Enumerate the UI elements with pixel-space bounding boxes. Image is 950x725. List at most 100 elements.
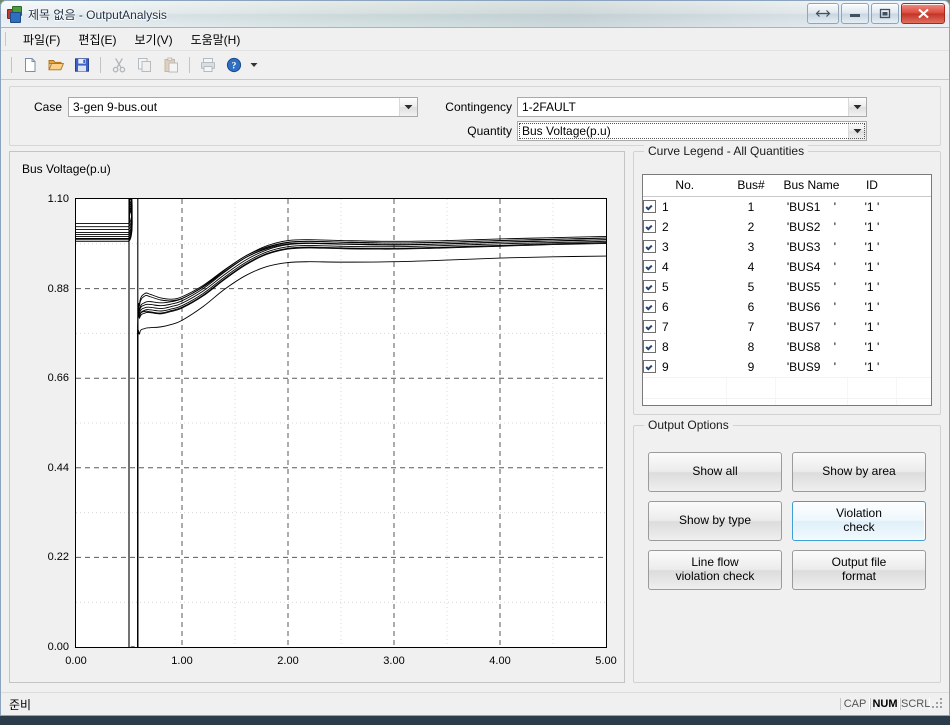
table-row[interactable]: 8 8 'BUS8 ' '1 ' (643, 337, 931, 357)
toolbar-overflow-caret[interactable] (248, 54, 260, 76)
show-by-type-button[interactable]: Show by type (648, 501, 782, 541)
resize-button[interactable] (807, 3, 839, 24)
close-button[interactable] (901, 3, 945, 24)
open-icon[interactable] (44, 53, 68, 77)
legend-spacer-cell (896, 277, 931, 297)
column-header-bus[interactable]: Bus# (726, 175, 776, 197)
toolbar-separator-2 (189, 57, 190, 73)
row-checkbox[interactable] (643, 260, 656, 273)
table-row[interactable]: 6 6 'BUS6 ' '1 ' (643, 297, 931, 317)
output-file-format-button[interactable]: Output file format (792, 550, 926, 590)
menu-edit[interactable]: 편집(E) (69, 28, 125, 51)
table-row[interactable]: 3 3 'BUS3 ' '1 ' (643, 237, 931, 257)
table-row-empty[interactable] (643, 398, 931, 405)
row-checkbox[interactable] (643, 200, 656, 213)
plot-area[interactable] (75, 198, 607, 648)
table-row[interactable]: 1 1 'BUS1 ' '1 ' (643, 197, 931, 218)
chart-title: Bus Voltage(p.u) (22, 162, 111, 176)
minimize-button[interactable] (841, 3, 869, 24)
row-checkbox[interactable] (643, 280, 656, 293)
line-flow-violation-check-button[interactable]: Line flow violation check (648, 550, 782, 590)
show-by-area-button[interactable]: Show by area (792, 452, 926, 492)
table-row[interactable]: 4 4 'BUS4 ' '1 ' (643, 257, 931, 277)
legend-no-label: 4 (662, 260, 669, 274)
legend-spacer-cell (896, 297, 931, 317)
table-header-row: No. Bus# Bus Name ID (643, 175, 931, 197)
legend-id-cell: '1 ' (864, 260, 880, 274)
table-row[interactable]: 9 9 'BUS9 ' '1 ' (643, 357, 931, 378)
legend-busname-cell: 'BUS7 ' (786, 320, 837, 334)
legend-busname-cell: 'BUS3 ' (786, 240, 837, 254)
row-checkbox[interactable] (643, 340, 656, 353)
x-axis-tick-label: 2.00 (277, 655, 299, 667)
legend-spacer-cell (896, 337, 931, 357)
row-checkbox[interactable] (643, 300, 656, 313)
row-checkbox[interactable] (643, 320, 656, 333)
table-row[interactable]: 7 7 'BUS7 ' '1 ' (643, 317, 931, 337)
legend-bus-cell: 4 (747, 260, 755, 274)
legend-id-cell: '1 ' (864, 280, 880, 294)
menu-bar: 파일(F) 편집(E) 보기(V) 도움말(H) (1, 28, 949, 51)
curve-line (76, 201, 606, 647)
chart-panel: Bus Voltage(p.u) 0.00 0.22 0.44 0.66 0.88 1.1… (9, 151, 625, 683)
resize-grip[interactable] (930, 696, 946, 712)
row-checkbox[interactable] (643, 360, 656, 373)
legend-no-cell: 7 (643, 317, 727, 337)
table-row[interactable]: 2 2 'BUS2 ' '1 ' (643, 217, 931, 237)
column-header-bus-name[interactable]: Bus Name (775, 175, 848, 197)
legend-no-cell: 3 (643, 237, 727, 257)
menu-view[interactable]: 보기(V) (125, 28, 181, 51)
column-header-no[interactable]: No. (643, 175, 727, 197)
y-axis-tick-label: 0.66 (47, 372, 69, 385)
table-row-empty[interactable] (643, 377, 931, 399)
show-all-button[interactable]: Show all (648, 452, 782, 492)
button-label: Show all (692, 464, 738, 479)
legend-busname-cell: 'BUS5 ' (786, 280, 837, 294)
legend-id-cell: '1 ' (864, 220, 880, 234)
row-checkbox[interactable] (643, 220, 656, 233)
save-icon[interactable] (70, 53, 94, 77)
legend-spacer-cell (896, 257, 931, 277)
quantity-combobox[interactable]: Bus Voltage(p.u) (517, 121, 867, 141)
column-header-id[interactable]: ID (847, 175, 897, 197)
legend-bus-cell: 5 (747, 280, 755, 294)
x-axis-tick-label: 0.00 (65, 655, 87, 667)
case-combobox[interactable]: 3-gen 9-bus.out (68, 97, 418, 117)
maximize-button[interactable] (871, 3, 899, 24)
violation-check-button[interactable]: Violation check (792, 501, 926, 541)
table-row[interactable]: 5 5 'BUS5 ' '1 ' (643, 277, 931, 297)
menu-help[interactable]: 도움말(H) (182, 28, 250, 51)
case-label: Case (33, 100, 62, 114)
contingency-label: Contingency (445, 100, 512, 114)
row-checkbox[interactable] (643, 240, 656, 253)
chevron-down-icon[interactable] (848, 122, 866, 140)
help-icon[interactable]: ? (222, 53, 246, 77)
selector-panel: Case 3-gen 9-bus.out Contingency 1-2FAUL… (9, 86, 941, 146)
contingency-combobox[interactable]: 1-2FAULT (517, 97, 867, 117)
curve-legend-table[interactable]: No. Bus# Bus Name ID 1 1 'BUS1 ' '1 ' 2 2 'BUS… (642, 174, 932, 406)
y-axis-tick-label: 0.88 (47, 282, 69, 295)
indicator-cap: CAP (840, 698, 870, 710)
legend-no-cell: 8 (643, 337, 727, 357)
legend-id-cell: '1 ' (864, 300, 880, 314)
toolbar-separator-1 (100, 57, 101, 73)
curve-line (76, 210, 606, 647)
case-value: 3-gen 9-bus.out (73, 100, 158, 114)
legend-bus-cell: 6 (747, 300, 755, 314)
legend-bus-cell: 3 (747, 240, 755, 254)
app-icon (7, 6, 23, 23)
legend-spacer-cell (896, 217, 931, 237)
legend-no-cell: 1 (643, 197, 727, 218)
curve-legend-group: Curve Legend - All Quantities No. Bus# B… (633, 144, 941, 415)
window-title: 제목 없음 - OutputAnalysis (28, 7, 167, 22)
menu-grip (5, 32, 6, 46)
legend-spacer-cell (896, 317, 931, 337)
menu-file[interactable]: 파일(F) (14, 28, 69, 51)
desktop-background: 제목 없음 - OutputAnalysis 파일(F) 편집(E) 보기(V)… (0, 0, 950, 725)
legend-no-label: 3 (662, 240, 669, 254)
new-icon[interactable] (18, 53, 42, 77)
chevron-down-icon[interactable] (848, 98, 866, 116)
chevron-down-icon[interactable] (399, 98, 417, 116)
contingency-value: 1-2FAULT (522, 100, 576, 114)
indicator-scrl: SCRL (900, 698, 931, 710)
